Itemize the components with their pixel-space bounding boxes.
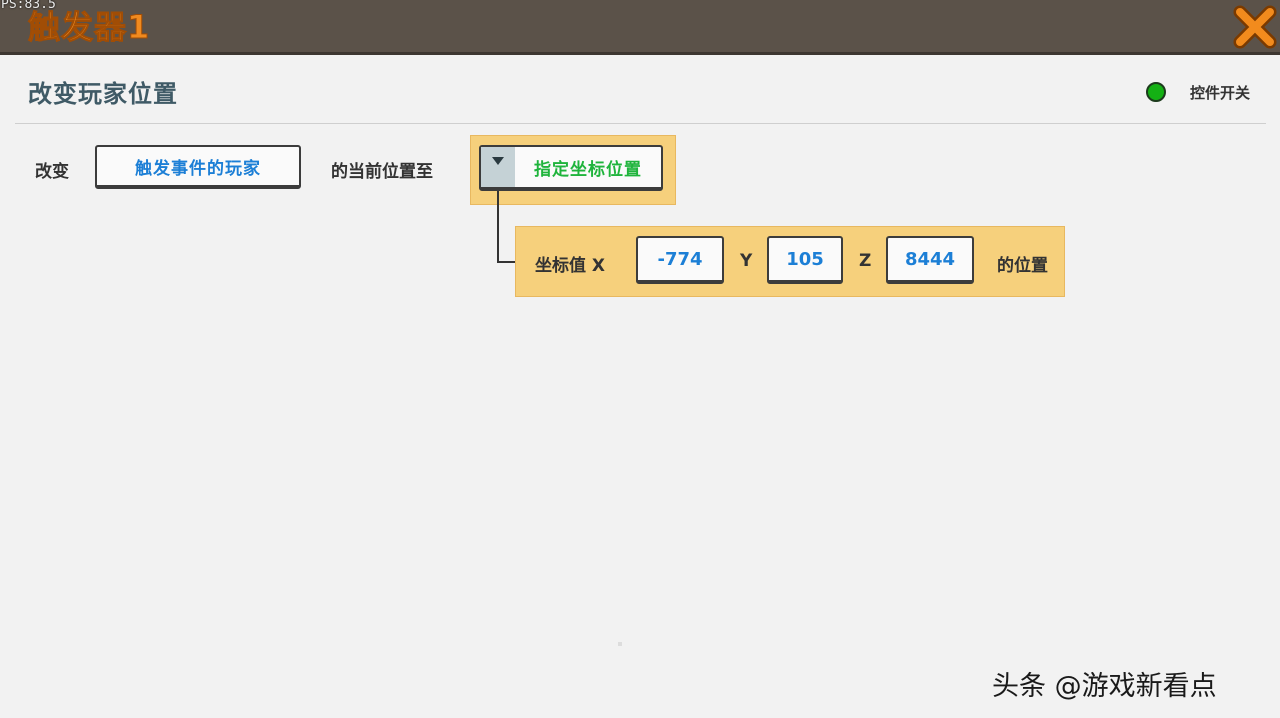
dropdown-selected-value: 指定坐标位置 [534, 159, 642, 180]
control-switch-label: 控件开关 [1190, 84, 1251, 102]
watermark: 头条 @游戏新看点 [992, 671, 1217, 702]
artifact-dot [618, 642, 622, 646]
dropdown-arrow[interactable] [481, 147, 515, 187]
control-switch-toggle[interactable] [1146, 82, 1166, 102]
close-icon [1233, 5, 1277, 49]
statement-middle: 的当前位置至 [331, 162, 433, 182]
coord-z-label: Z [859, 251, 872, 271]
connector-line-horizontal [497, 261, 517, 263]
connector-line-vertical [497, 191, 499, 263]
coord-suffix: 的位置 [997, 256, 1048, 276]
section-divider [15, 123, 1266, 124]
coord-x-input[interactable]: -774 [636, 236, 724, 284]
position-mode-dropdown[interactable]: 指定坐标位置 [479, 145, 663, 191]
statement-prefix: 改变 [35, 162, 69, 182]
target-player-button[interactable]: 触发事件的玩家 [95, 145, 301, 189]
title-bar: PS:83.5 触发器1 [0, 0, 1280, 55]
window-title: 触发器1 [27, 8, 151, 47]
triangle-down-icon [492, 157, 504, 165]
section-title: 改变玩家位置 [28, 80, 178, 108]
coord-z-input[interactable]: 8444 [886, 236, 974, 284]
coord-x-label: 坐标值 X [535, 256, 606, 276]
coord-y-label: Y [740, 251, 753, 271]
close-button[interactable] [1232, 4, 1278, 50]
coord-y-input[interactable]: 105 [767, 236, 843, 284]
